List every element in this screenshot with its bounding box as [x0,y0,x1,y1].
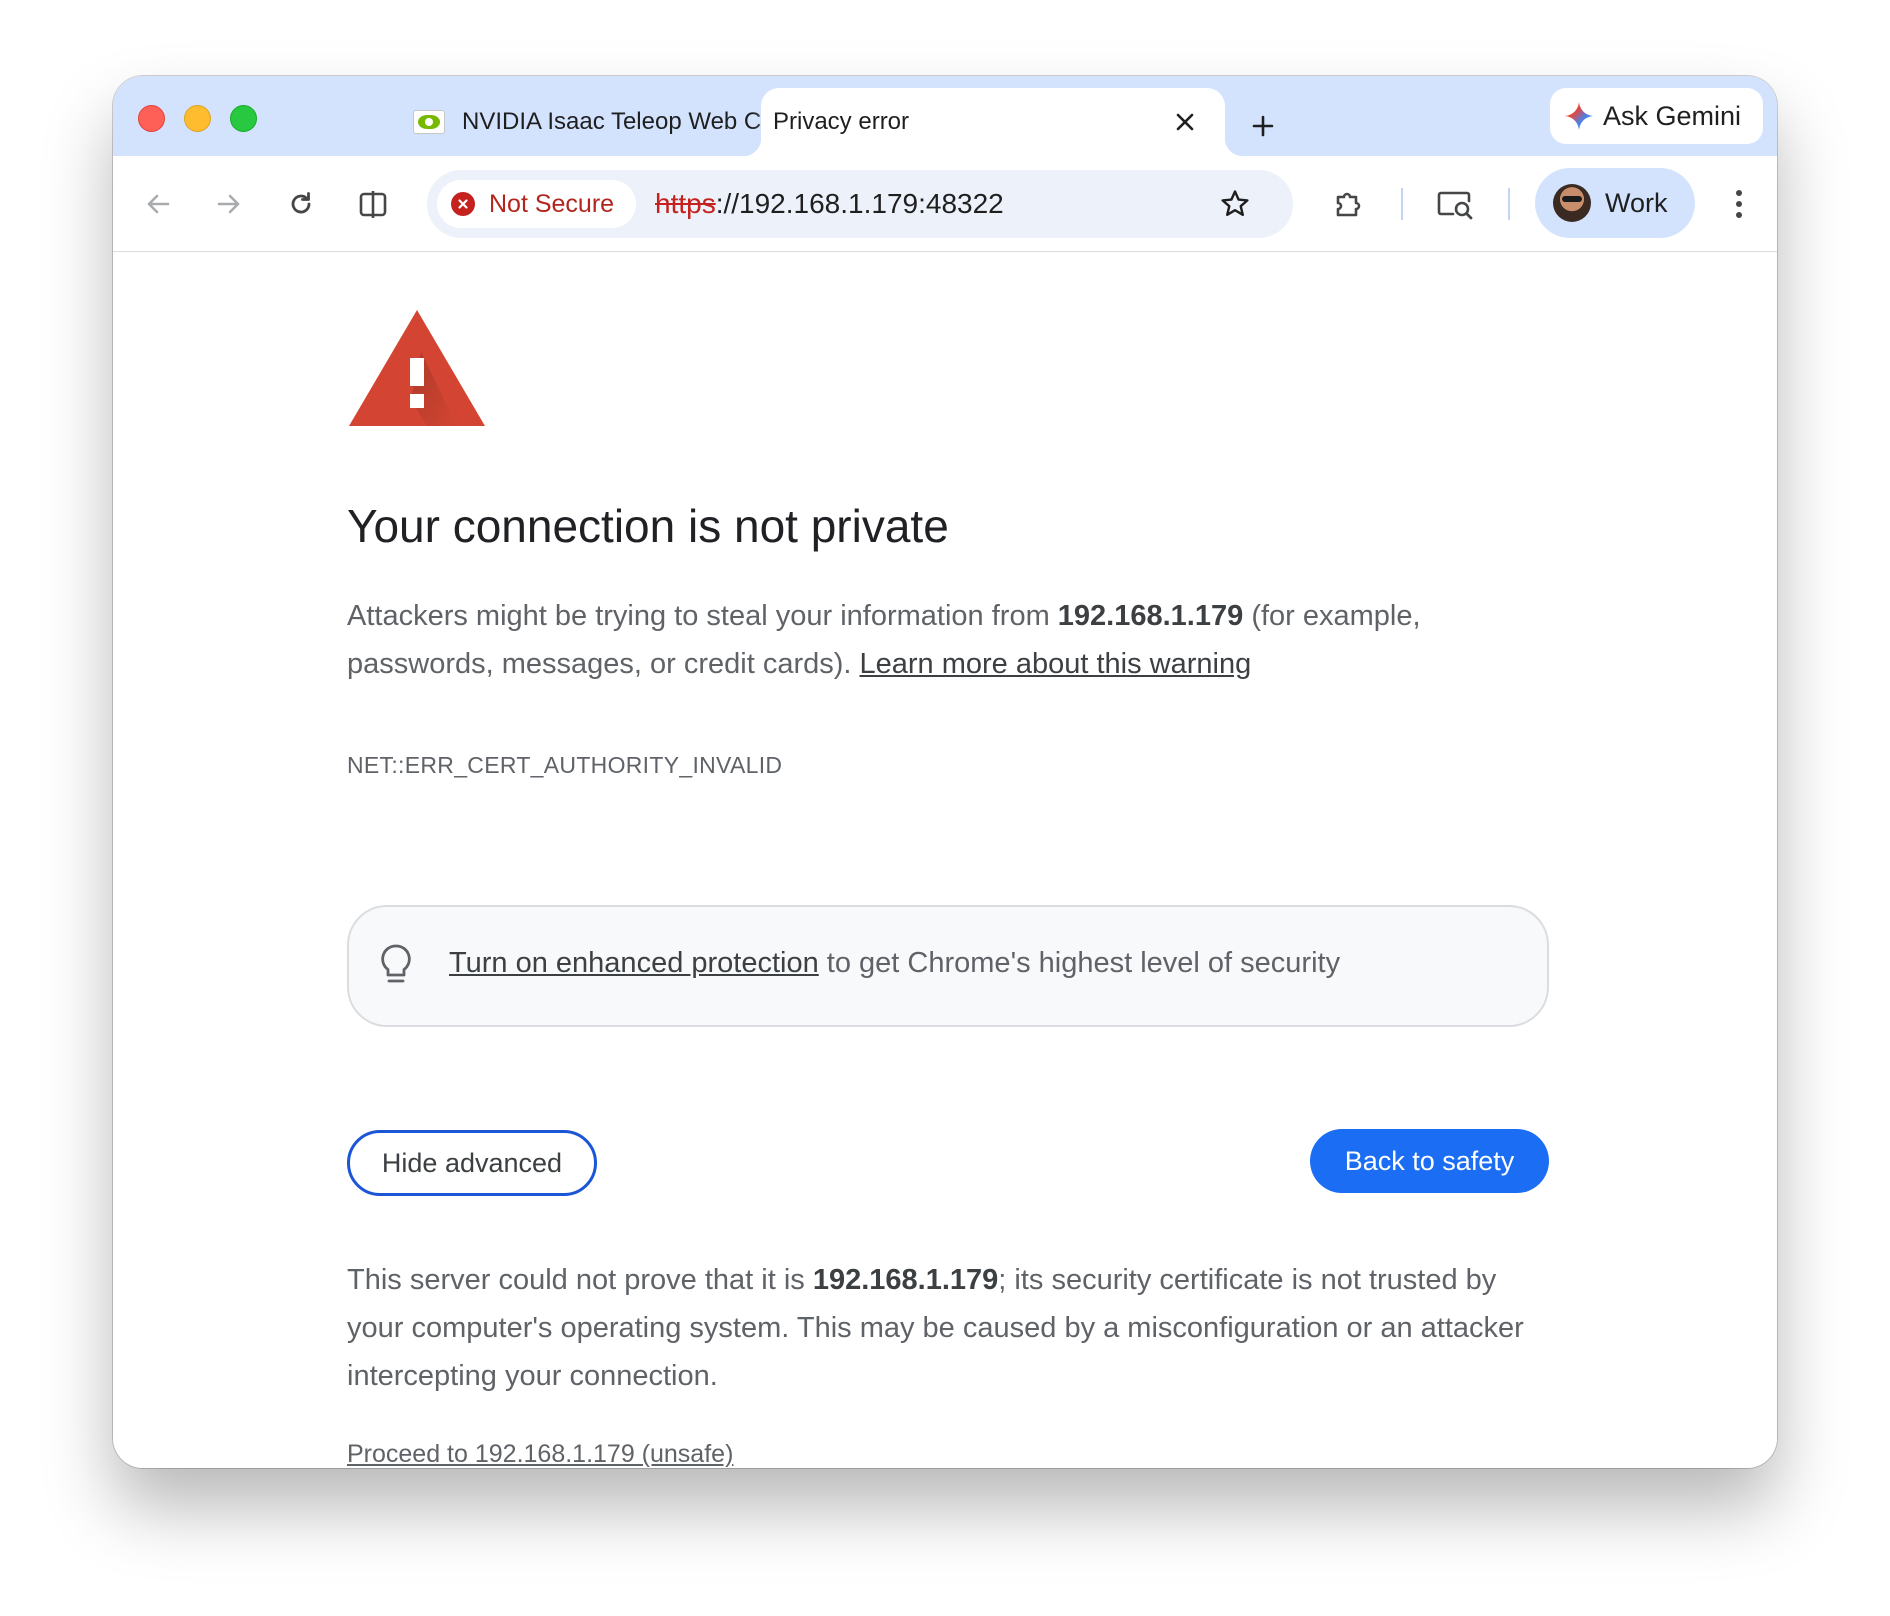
lightbulb-icon [379,943,413,992]
maximize-window-button[interactable] [230,105,257,132]
browser-window: NVIDIA Isaac Teleop Web Client Privacy e… [113,76,1777,1468]
toolbar-separator [1508,188,1510,220]
ask-gemini-button[interactable]: Ask Gemini [1550,88,1763,144]
advanced-details: This server could not prove that it is 1… [347,1256,1557,1400]
hide-advanced-button[interactable]: Hide advanced [347,1130,597,1196]
enhanced-protection-text: Turn on enhanced protection to get Chrom… [449,947,1340,980]
page-title: Your connection is not private [347,500,949,552]
enhanced-protection-banner: Turn on enhanced protection to get Chrom… [347,905,1549,1027]
tab-title: NVIDIA Isaac Teleop Web Client [462,108,802,135]
intro-text: Attackers might be trying to steal your … [347,600,1058,632]
side-panel-button[interactable] [349,180,397,228]
learn-more-link[interactable]: Learn more about this warning [860,648,1252,680]
warning-triangle-icon [347,308,487,433]
bookmark-star-button[interactable] [1215,184,1255,224]
back-arrow-icon [147,194,170,214]
error-code: NET::ERR_CERT_AUTHORITY_INVALID [347,752,783,778]
interstitial-page: Your connection is not private Attackers… [113,252,1777,1468]
new-tab-button[interactable] [1245,108,1281,144]
lens-search-button[interactable] [1431,180,1479,228]
chrome-menu-button[interactable] [1715,180,1763,228]
back-button[interactable] [134,180,182,228]
puzzle-icon [1336,192,1361,217]
not-secure-icon [451,192,475,216]
warning-description: Attackers might be trying to steal your … [347,592,1567,688]
reload-icon [291,192,311,214]
address-bar[interactable]: Not Secure https://192.168.1.179:48322 [427,170,1293,238]
split-view-icon [359,191,387,218]
plus-icon [1252,115,1274,137]
gemini-sparkle-icon [1564,101,1594,131]
detail-text: This server could not prove that it is [347,1264,813,1296]
more-vert-icon [1736,190,1742,218]
tab-strip: NVIDIA Isaac Teleop Web Client Privacy e… [113,76,1777,156]
back-to-safety-button[interactable]: Back to safety [1310,1129,1549,1193]
close-tab-icon[interactable] [1171,108,1199,136]
proceed-unsafe-link[interactable]: Proceed to 192.168.1.179 (unsafe) [347,1440,733,1468]
minimize-window-button[interactable] [184,105,211,132]
enhanced-protection-link[interactable]: Turn on enhanced protection [449,947,819,979]
url-text[interactable]: https://192.168.1.179:48322 [655,187,1004,221]
not-secure-label: Not Secure [489,189,615,218]
enhanced-protection-rest: to get Chrome's highest level of securit… [818,947,1341,979]
detail-host: 192.168.1.179 [812,1264,999,1296]
nvidia-icon [413,110,445,134]
ask-gemini-label: Ask Gemini [1603,100,1742,131]
tab-privacy-error[interactable]: Privacy error [743,88,1243,156]
star-icon [1221,190,1249,216]
url-scheme: https [655,188,716,219]
toolbar-separator [1401,188,1403,220]
tab-title: Privacy error [773,108,910,135]
url-host: ://192.168.1.179:48322 [715,188,1004,219]
avatar [1553,184,1591,222]
profile-label: Work [1605,187,1668,218]
close-window-button[interactable] [138,105,165,132]
not-secure-chip[interactable]: Not Secure [437,180,637,228]
forward-button[interactable] [205,180,253,228]
extensions-button[interactable] [1325,180,1373,228]
profile-button[interactable]: Work [1535,168,1695,238]
toolbar: Not Secure https://192.168.1.179:48322 W… [113,156,1777,252]
host-name: 192.168.1.179 [1057,600,1244,632]
screen-search-icon [1437,191,1473,220]
forward-arrow-icon [217,194,240,214]
reload-button[interactable] [277,180,325,228]
